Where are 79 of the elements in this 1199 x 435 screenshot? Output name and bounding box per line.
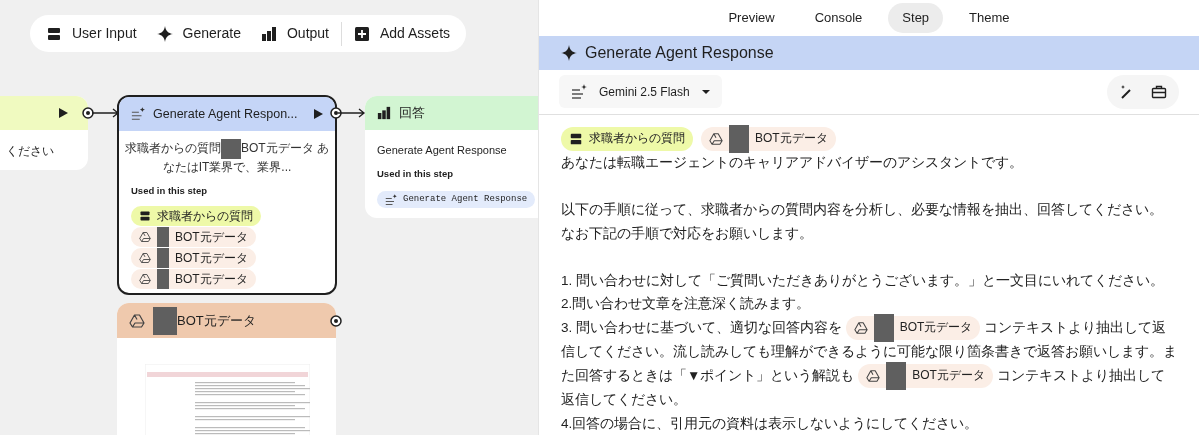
redaction-block — [157, 269, 169, 290]
toolbar-button[interactable]: Add Assets — [354, 23, 451, 44]
drive-icon — [139, 252, 151, 265]
model-dropdown[interactable]: Gemini 2.5 Flash — [559, 75, 722, 109]
toolbar-button[interactable]: Generate — [156, 23, 241, 44]
redaction-block — [886, 362, 907, 390]
asset-chip[interactable]: BOT元データ — [701, 127, 836, 152]
asset-chip[interactable]: BOT元データ — [131, 248, 256, 269]
generate-node[interactable]: Generate Agent Respon... 求職者からの質問 BOT元データ あなたはIT業界で、業界... Used in this step 求職者からの質問 BOT元データ BOT元データ BOT元データ — [117, 95, 337, 295]
bar-chart-icon — [377, 106, 391, 120]
input-icon — [569, 132, 583, 147]
node-body-text: 求職者からの質問 BOT元データ あなたはIT業界で、業界... — [124, 138, 330, 176]
redaction-block — [157, 227, 169, 248]
output-node[interactable]: 回答 Generate Agent Response Used in this step Generate Agent Response — [365, 96, 538, 218]
play-icon[interactable] — [313, 109, 323, 119]
asset-chip[interactable]: BOT元データ — [845, 316, 981, 341]
chip-label: BOT元データ — [755, 130, 828, 148]
asset-chip[interactable]: BOT元データ — [131, 227, 256, 248]
drive-icon — [129, 312, 145, 329]
node-title: Generate Agent Respon... — [153, 105, 299, 123]
drive-icon — [853, 321, 868, 336]
panel-tab[interactable]: Step — [888, 3, 944, 34]
asset-chip[interactable]: BOT元データ — [858, 364, 993, 388]
toolbar-button[interactable]: User Input — [46, 23, 137, 44]
connector-port[interactable] — [330, 315, 342, 327]
text-sparkle-icon — [385, 193, 397, 206]
chip-label: BOT元データ — [175, 229, 248, 247]
redaction-block — [153, 306, 177, 335]
node-title: BOT元データ — [177, 311, 256, 330]
node-title: 回答 — [399, 104, 425, 122]
bar-chart-icon — [260, 25, 277, 42]
prompt-text: 4.回答の場合に、引用元の資料は表示しないようにしてください。 — [561, 414, 980, 433]
connector-arrow — [338, 108, 366, 118]
drive-icon — [139, 273, 151, 286]
input-chip[interactable]: 求職者からの質問 — [131, 206, 261, 227]
drive-icon — [709, 132, 723, 147]
text-sparkle-icon — [131, 107, 145, 121]
node-body-text: Generate Agent Response — [376, 143, 508, 158]
prompt-text: 1. 問い合わせに対して「ご質問いただきありがとうございます。」と一文目にいれてください。 — [561, 271, 1165, 290]
step-chip[interactable]: Generate Agent Response — [377, 191, 536, 209]
drive-icon — [866, 369, 881, 383]
prompt-text: 3. 問い合わせに基づいて、適切な回答内容を BOT元データ コンテキストより抽出して返信してください。流し読みしても理解ができるように可能な限り箇条書きで返答お願いします。また回答するときは「▼ポイント」という解説も BOT元データ コンテキストより抽出して返信してください。 — [561, 315, 1177, 412]
chip-label: BOT元データ — [175, 271, 248, 289]
asset-node[interactable]: BOT元データ — [117, 303, 336, 435]
plus-box-icon — [354, 25, 370, 42]
chip-label: BOT元データ — [899, 319, 973, 337]
step-title: Generate Agent Response — [585, 42, 774, 63]
drive-icon — [139, 231, 151, 244]
input-icon — [139, 210, 151, 223]
used-label: Used in this step — [376, 166, 454, 181]
node-body-text: ください — [5, 143, 55, 160]
chip-label: BOT元データ — [175, 250, 248, 268]
prompt-text: なお下記の手順で対応をお願いします。 — [561, 224, 814, 243]
connector-port[interactable] — [82, 107, 94, 119]
caret-icon — [701, 89, 710, 94]
play-icon[interactable] — [58, 108, 68, 118]
panel-tab[interactable]: Console — [800, 3, 877, 34]
input-node[interactable]: ください — [0, 96, 88, 170]
sparkle-icon — [156, 25, 173, 42]
redaction-block — [729, 125, 749, 154]
asset-chip[interactable]: BOT元データ — [131, 269, 256, 290]
toolbar-button[interactable]: Output — [260, 23, 329, 44]
sparkle-icon — [561, 44, 577, 61]
panel-tab[interactable]: Theme — [955, 3, 1024, 34]
connector-arrow — [92, 108, 120, 118]
prompt-text: 2.問い合わせ文章を注意深く読みます。 — [561, 295, 812, 314]
connector-port[interactable] — [330, 107, 342, 119]
used-label: Used in this step — [130, 184, 208, 198]
text-sparkle-icon — [571, 83, 587, 100]
redaction-block — [873, 314, 894, 343]
toolbox-icon[interactable] — [1151, 83, 1167, 100]
chip-label: BOT元データ — [912, 367, 985, 385]
panel-tab[interactable]: Preview — [714, 3, 789, 34]
input-icon — [46, 25, 62, 42]
redaction-block — [221, 139, 241, 159]
prompt-text: あなたは転職エージェントのキャリアアドバイザーのアシスタントです。 — [561, 154, 1024, 173]
input-chip[interactable]: 求職者からの質問 — [561, 127, 693, 152]
redaction-block — [157, 248, 169, 269]
prompt-text: 以下の手順に従って、求職者からの質問内容を分析し、必要な情報を抽出、回答してください。 — [561, 201, 1164, 220]
